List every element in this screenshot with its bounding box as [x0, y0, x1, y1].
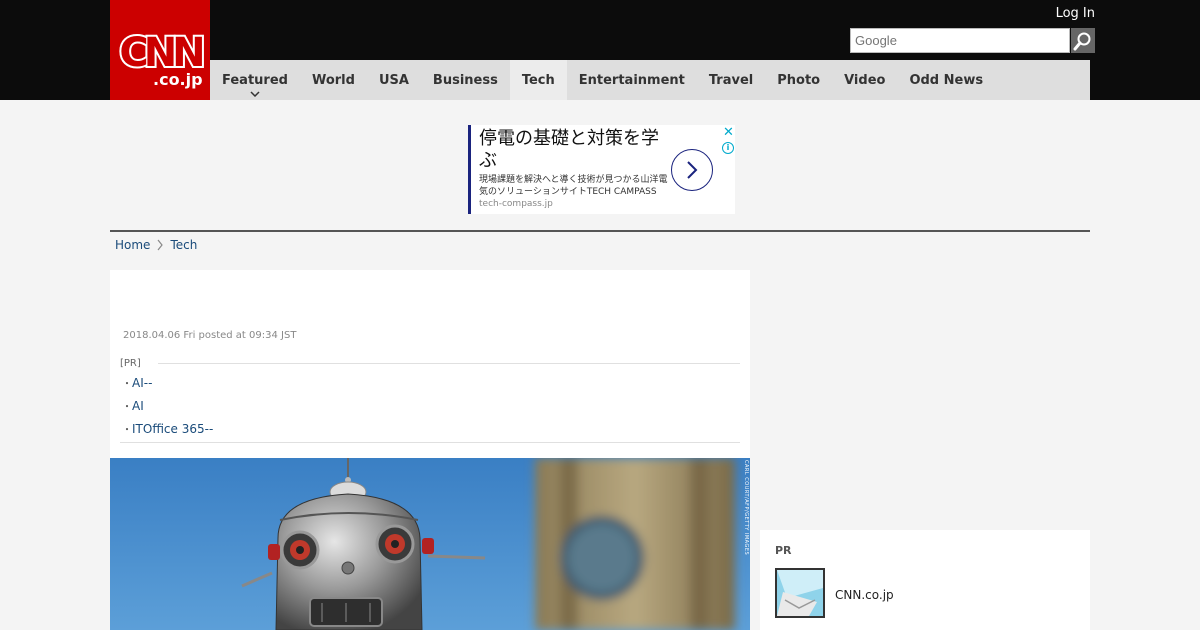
- ad-body-text: 現場課題を解決へと導く技術が見つかる山洋電気のソリューションサイトTECH CA…: [479, 175, 668, 197]
- main-nav: Featured World USA Business Tech Enterta…: [210, 60, 1090, 100]
- nav-label: Video: [844, 72, 886, 88]
- chevron-right-icon: [157, 239, 164, 251]
- nav-business[interactable]: Business: [421, 60, 510, 100]
- nav-label: Odd News: [909, 72, 984, 88]
- bullet: ・: [122, 402, 132, 413]
- nav-video[interactable]: Video: [832, 60, 897, 100]
- list-item: ・ AI: [122, 394, 213, 417]
- article-dateline: 2018.04.06 Fri posted at 09:34 JST: [123, 330, 297, 341]
- sidebar-pr-title[interactable]: CNN.co.jp: [835, 588, 894, 602]
- nav-label: Tech: [521, 72, 555, 88]
- pr-link[interactable]: ITOffice 365--: [132, 422, 213, 436]
- sidebar-pr-label: PR: [775, 544, 792, 557]
- cnn-logo[interactable]: CNN CNN .co.jp: [110, 0, 210, 100]
- nav-label: Featured: [222, 72, 288, 88]
- nav-label: Entertainment: [578, 72, 685, 88]
- nav-entertainment[interactable]: Entertainment: [567, 60, 697, 100]
- pr-label: [PR]: [120, 358, 141, 369]
- image-credit: CARL COURT/AFP/GETTY IMAGES: [743, 460, 749, 556]
- ad-close-icon[interactable]: ✕: [723, 125, 734, 140]
- article-card: 2018.04.06 Fri posted at 09:34 JST [PR] …: [110, 270, 750, 630]
- pr-divider-bottom: [120, 442, 740, 443]
- ad-url: tech-compass.jp: [479, 199, 553, 209]
- robot-photo: [110, 458, 750, 630]
- chevron-right-icon: [687, 161, 698, 179]
- ad-headline: 停電の基礎と対策を学ぶ: [479, 128, 659, 171]
- section-divider: [110, 230, 1090, 232]
- pr-link-list: ・ AI-- ・ AI ・ ITOffice 365--: [122, 371, 213, 440]
- ad-banner[interactable]: 停電の基礎と対策を学ぶ 現場課題を解決へと導く技術が見つかる山洋電気のソリューシ…: [468, 125, 735, 214]
- search-icon: [1073, 32, 1091, 50]
- login-link[interactable]: Log In: [1056, 6, 1095, 21]
- breadcrumb-home[interactable]: Home: [115, 238, 150, 252]
- bullet: ・: [122, 379, 132, 390]
- article-hero-image: CARL COURT/AFP/GETTY IMAGES: [110, 458, 750, 630]
- breadcrumb: Home Tech: [115, 238, 197, 252]
- nav-usa[interactable]: USA: [367, 60, 421, 100]
- pr-thumbnail-image: [777, 570, 823, 616]
- list-item: ・ AI--: [122, 371, 213, 394]
- nav-featured[interactable]: Featured: [210, 60, 300, 100]
- nav-label: World: [311, 72, 355, 88]
- bullet: ・: [122, 425, 132, 436]
- ad-info-icon[interactable]: i: [722, 142, 734, 154]
- search-button[interactable]: [1071, 28, 1095, 53]
- nav-label: Photo: [777, 72, 821, 88]
- nav-tech[interactable]: Tech: [509, 60, 567, 100]
- pr-link[interactable]: AI--: [132, 376, 152, 390]
- search-box: [850, 28, 1095, 53]
- nav-label: Travel: [708, 72, 754, 88]
- top-bar: CNN CNN .co.jp Log In Featured World USA…: [0, 0, 1200, 100]
- nav-world[interactable]: World: [300, 60, 367, 100]
- logo-sub: .co.jp: [153, 70, 203, 89]
- nav-odd-news[interactable]: Odd News: [897, 60, 995, 100]
- chevron-down-icon: [250, 91, 260, 97]
- nav-label: USA: [378, 72, 409, 88]
- ad-body: 現場課題を解決へと導く技術が見つかる山洋電気のソリューションサイトTECH CA…: [479, 174, 669, 210]
- list-item: ・ ITOffice 365--: [122, 417, 213, 440]
- breadcrumb-tech[interactable]: Tech: [170, 238, 197, 252]
- pr-link[interactable]: AI: [132, 399, 144, 413]
- search-input[interactable]: [850, 28, 1070, 53]
- nav-travel[interactable]: Travel: [697, 60, 765, 100]
- pr-divider: [158, 363, 740, 364]
- nav-photo[interactable]: Photo: [765, 60, 832, 100]
- ad-open-button[interactable]: [671, 149, 713, 191]
- sidebar-pr-thumbnail[interactable]: [775, 568, 825, 618]
- nav-label: Business: [432, 72, 498, 88]
- sidebar-pr-card: PR CNN.co.jp: [760, 530, 1090, 630]
